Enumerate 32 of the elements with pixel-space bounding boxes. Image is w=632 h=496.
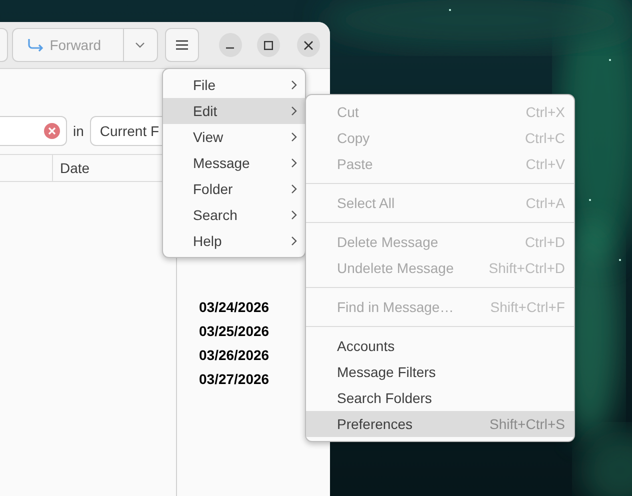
menu-button[interactable] bbox=[164, 28, 199, 62]
chevron-icon bbox=[291, 210, 297, 220]
close-icon bbox=[304, 40, 313, 50]
maximize-icon bbox=[264, 40, 273, 50]
maximize-button[interactable] bbox=[256, 33, 280, 57]
minimize-icon bbox=[226, 47, 234, 49]
chevron-icon bbox=[291, 132, 297, 142]
clear-icon bbox=[44, 123, 60, 139]
menu-item[interactable]: Accounts bbox=[306, 333, 574, 359]
menu-item[interactable]: Search Folders bbox=[306, 385, 574, 411]
menu-icon bbox=[176, 40, 188, 50]
menu-item[interactable]: Search bbox=[163, 202, 305, 228]
menu-item[interactable]: Message Filters bbox=[306, 359, 574, 385]
date-cell-text: 03/24/2026 bbox=[199, 298, 270, 317]
date-cell-text: 03/27/2026 bbox=[199, 370, 270, 389]
scope-label: in bbox=[73, 123, 84, 139]
search-field[interactable] bbox=[0, 116, 67, 146]
chevron-icon bbox=[291, 158, 297, 168]
close-button[interactable] bbox=[296, 33, 320, 57]
menu-item[interactable]: Help bbox=[163, 228, 305, 254]
menu-item[interactable]: Edit bbox=[163, 98, 305, 124]
date-cell-text: 03/26/2026 bbox=[199, 346, 270, 365]
chevron-icon bbox=[291, 184, 297, 194]
minimize-button[interactable] bbox=[218, 33, 242, 57]
chevron-icon bbox=[291, 80, 297, 90]
chevron-icon bbox=[291, 106, 297, 116]
menu-item[interactable]: File bbox=[163, 72, 305, 98]
caret-icon bbox=[135, 42, 146, 48]
date-cell-text: 03/25/2026 bbox=[199, 322, 270, 341]
forward-arrow-icon bbox=[26, 38, 45, 52]
menu-item[interactable]: Preferences Shift+Ctrl+S bbox=[306, 411, 574, 437]
chevron-icon bbox=[291, 236, 297, 246]
